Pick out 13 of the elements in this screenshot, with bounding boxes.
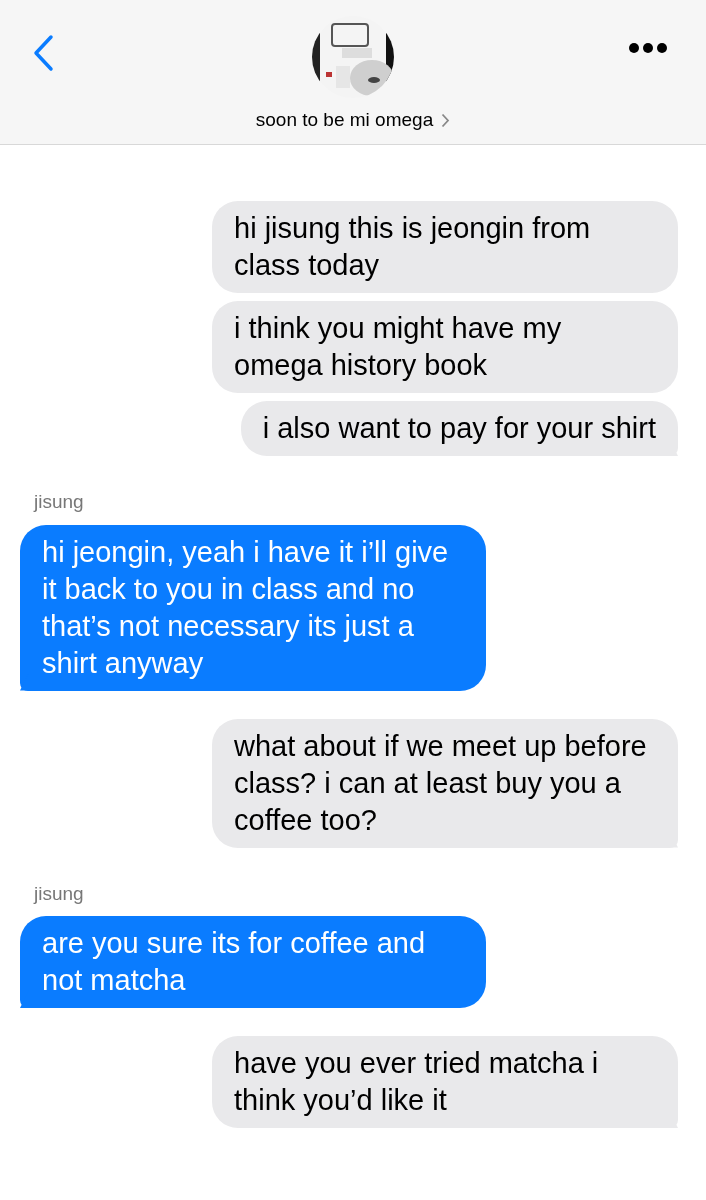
sent-message-bubble: what about if we meet up before class? i can at least buy you a coffee too? [212, 718, 678, 848]
received-message-bubble: are you sure its for coffee and not matcha [20, 916, 486, 1008]
chevron-right-icon [441, 112, 451, 128]
more-dots-icon [628, 42, 668, 54]
back-chevron-icon [32, 34, 54, 72]
sent-message-bubble: have you ever tried matcha i think you’d like it [212, 1036, 678, 1128]
sent-message-bubble: i think you might have my omega history book [212, 301, 678, 393]
contact-name-button[interactable]: soon to be mi omega [255, 106, 451, 135]
sent-message-bubble: i also want to pay for your shirt [240, 401, 678, 456]
sender-name: jisung [34, 881, 84, 906]
received-message-bubble: hi jeongin, yeah i have it i’ll give it back to you in class and no that’s not necessary its just a shirt anyway [20, 524, 486, 691]
sender-name: jisung [34, 490, 84, 514]
sent-message-bubble: hi jisung this is jeongin from class today [212, 201, 678, 293]
